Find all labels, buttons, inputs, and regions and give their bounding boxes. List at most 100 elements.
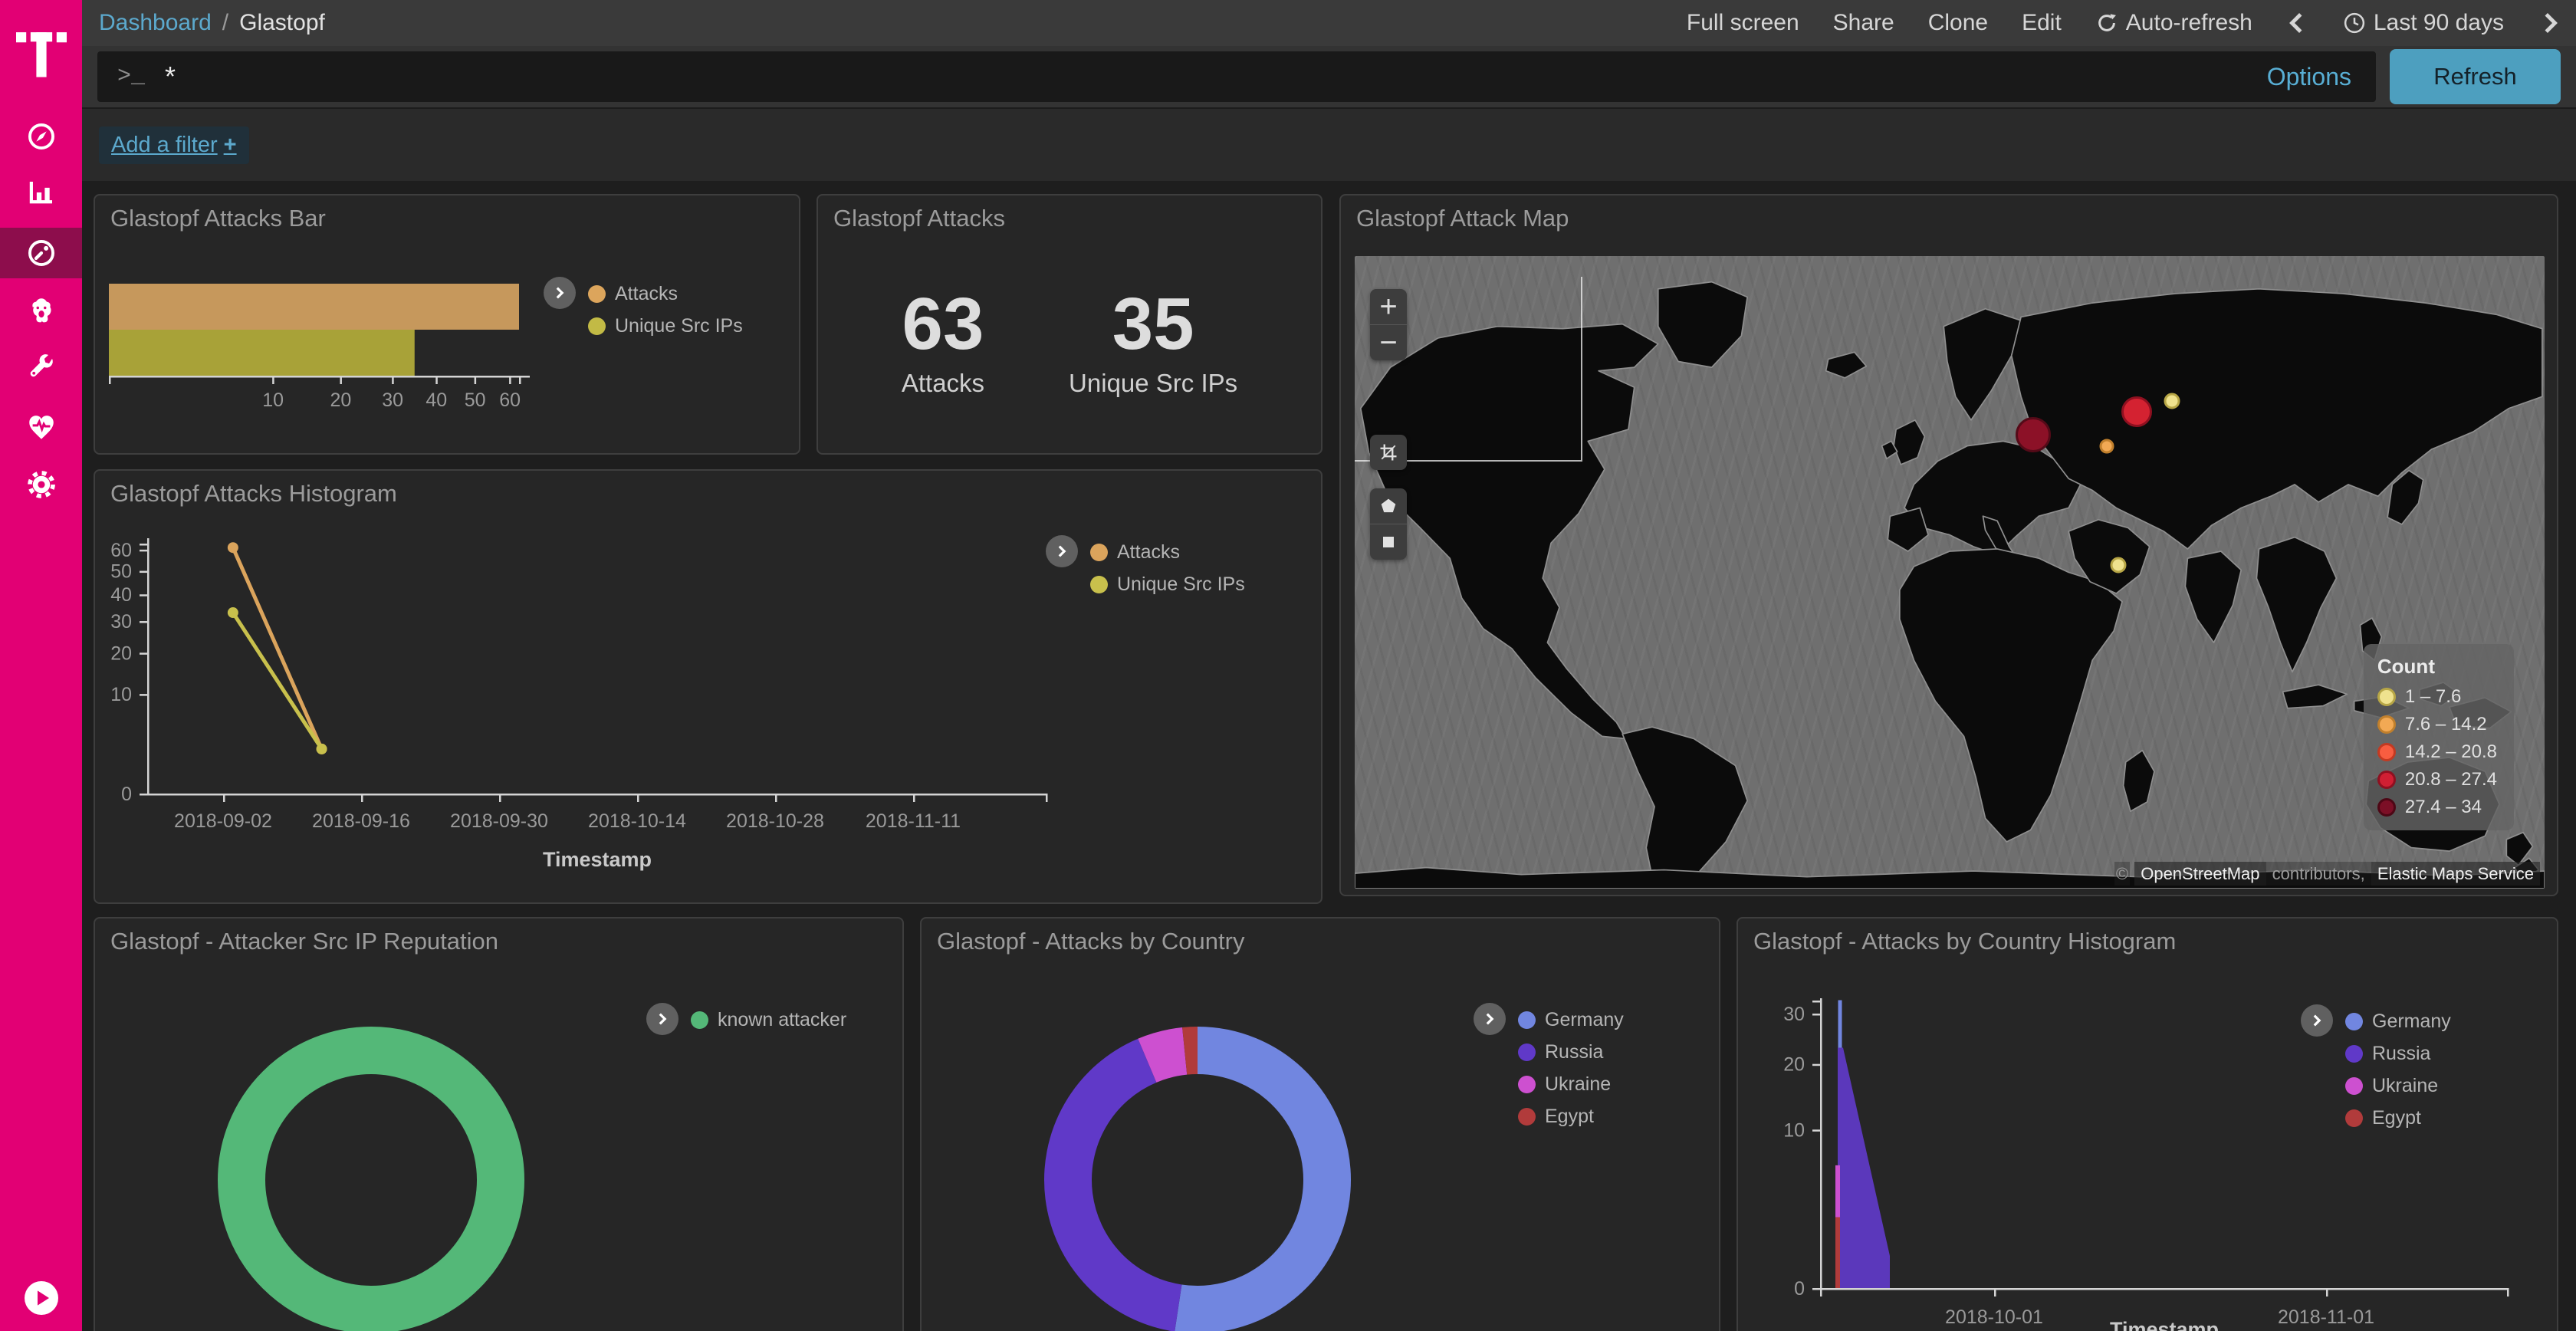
plus-icon: + xyxy=(224,133,237,157)
query-prompt-icon: >_ xyxy=(117,64,145,90)
svg-text:50: 50 xyxy=(465,389,486,411)
sidebar-item-monitoring[interactable] xyxy=(0,402,82,452)
add-filter-link[interactable]: Add a filter+ xyxy=(99,127,249,164)
legend-dot xyxy=(1518,1043,1536,1061)
svg-text:2018-10-01: 2018-10-01 xyxy=(1945,1306,2043,1328)
sidebar-item-discover[interactable] xyxy=(0,111,82,162)
legend-toggle-button[interactable] xyxy=(1046,535,1078,567)
time-back-button[interactable] xyxy=(2286,12,2309,35)
openstreetmap-link[interactable]: OpenStreetMap xyxy=(2134,862,2266,886)
svg-text:2018-10-28: 2018-10-28 xyxy=(726,810,824,832)
svg-text:10: 10 xyxy=(262,389,284,411)
sidebar-item-management[interactable] xyxy=(0,459,82,510)
svg-text:20: 20 xyxy=(1783,1054,1805,1076)
svg-text:Timestamp: Timestamp xyxy=(543,848,652,871)
polygon-icon xyxy=(1378,495,1399,517)
metric-value: 35 xyxy=(1069,288,1237,361)
sidebar-collapse-button[interactable] xyxy=(0,1271,82,1325)
map-legend-item: 20.8 – 27.4 xyxy=(2377,769,2497,790)
dev-tools-wrench-icon xyxy=(25,350,58,383)
legend-item[interactable]: Attacks xyxy=(1090,541,1245,564)
legend-dot xyxy=(2377,798,2396,817)
map-legend-item: 7.6 – 14.2 xyxy=(2377,714,2497,735)
world-map[interactable]: + − Count xyxy=(1355,256,2545,889)
panel-attacks-metric: Glastopf Attacks 63 Attacks 35 Unique Sr… xyxy=(816,194,1322,455)
attack-point xyxy=(2164,393,2180,409)
attack-point xyxy=(2111,557,2127,573)
sidebar-item-timelion[interactable] xyxy=(0,285,82,336)
legend-toggle-button[interactable] xyxy=(646,1003,678,1035)
chart-legend: Germany Russia Ukraine Egypt xyxy=(1474,1003,1624,1128)
dashboard-gauge-icon xyxy=(25,237,58,269)
panel-title: Glastopf - Attacker Src IP Reputation xyxy=(110,928,498,955)
map-zoom-control: + − xyxy=(1370,289,1407,360)
breadcrumb-dashboard-link[interactable]: Dashboard xyxy=(99,10,212,36)
refresh-button[interactable]: Refresh xyxy=(2390,49,2561,104)
search-query-input[interactable]: >_ * Options xyxy=(97,51,2376,102)
legend-item[interactable]: Egypt xyxy=(1518,1106,1624,1128)
auto-refresh-button[interactable]: Auto-refresh xyxy=(2095,10,2252,36)
legend-dot xyxy=(2377,688,2396,706)
chart-legend: Attacks Unique Src IPs xyxy=(544,277,743,337)
time-range-picker[interactable]: Last 90 days xyxy=(2343,10,2504,36)
management-gear-icon xyxy=(25,468,58,501)
edit-button[interactable]: Edit xyxy=(2022,10,2062,36)
zoom-in-button[interactable]: + xyxy=(1370,289,1407,324)
app-sidebar xyxy=(0,0,82,1331)
legend-dot xyxy=(1518,1011,1536,1029)
sidebar-item-dashboard[interactable] xyxy=(0,228,82,278)
legend-dot xyxy=(2345,1045,2363,1063)
attack-point xyxy=(2099,439,2114,453)
legend-dot xyxy=(2377,715,2396,734)
legend-item[interactable]: known attacker xyxy=(691,1009,846,1031)
legend-item[interactable]: Unique Src IPs xyxy=(1090,573,1245,596)
visualize-bar-chart-icon xyxy=(25,176,58,209)
rectangle-icon xyxy=(1378,531,1399,553)
metric-unique-src-ips: 35 Unique Src IPs xyxy=(1069,288,1237,398)
svg-text:2018-11-01: 2018-11-01 xyxy=(2278,1306,2374,1328)
time-forward-button[interactable] xyxy=(2538,12,2561,35)
breadcrumb-separator: / xyxy=(222,10,228,36)
svg-text:2018-09-30: 2018-09-30 xyxy=(450,810,548,832)
chevron-left-icon xyxy=(2286,12,2309,35)
fit-bounds-button[interactable] xyxy=(1370,435,1407,470)
telekom-t-logo[interactable] xyxy=(0,8,82,84)
legend-dot xyxy=(1090,576,1108,593)
clone-button[interactable]: Clone xyxy=(1928,10,1988,36)
legend-item[interactable]: Unique Src IPs xyxy=(588,315,743,337)
chart-legend: known attacker xyxy=(646,1003,846,1035)
elastic-maps-service-link[interactable]: Elastic Maps Service xyxy=(2371,862,2540,886)
legend-item[interactable]: Russia xyxy=(2345,1043,2451,1065)
attack-point xyxy=(2016,417,2051,452)
legend-item[interactable]: Ukraine xyxy=(2345,1075,2451,1097)
legend-item[interactable]: Russia xyxy=(1518,1041,1624,1063)
legend-toggle-button[interactable] xyxy=(2301,1004,2333,1037)
draw-polygon-button[interactable] xyxy=(1370,488,1407,524)
panel-title: Glastopf Attacks Bar xyxy=(110,205,326,232)
panel-title: Glastopf - Attacks by Country Histogram xyxy=(1753,928,2176,955)
legend-item[interactable]: Attacks xyxy=(588,283,743,305)
full-screen-button[interactable]: Full screen xyxy=(1687,10,1799,36)
legend-item[interactable]: Ukraine xyxy=(1518,1073,1624,1096)
draw-rectangle-button[interactable] xyxy=(1370,524,1407,560)
legend-dot xyxy=(1518,1076,1536,1093)
metric-group: 63 Attacks 35 Unique Src IPs xyxy=(818,288,1321,398)
sidebar-item-dev-tools[interactable] xyxy=(0,341,82,392)
legend-toggle-button[interactable] xyxy=(544,277,576,309)
query-options-link[interactable]: Options xyxy=(2267,63,2351,91)
zoom-out-button[interactable]: − xyxy=(1370,324,1407,360)
legend-toggle-button[interactable] xyxy=(1474,1003,1506,1035)
legend-item[interactable]: Germany xyxy=(2345,1011,2451,1033)
query-text[interactable]: * xyxy=(165,61,2267,93)
svg-text:0: 0 xyxy=(1794,1278,1805,1300)
legend-item[interactable]: Egypt xyxy=(2345,1107,2451,1129)
legend-item[interactable]: Germany xyxy=(1518,1009,1624,1031)
sidebar-item-visualize[interactable] xyxy=(0,167,82,218)
svg-text:30: 30 xyxy=(110,611,132,633)
panel-title: Glastopf - Attacks by Country xyxy=(937,928,1244,955)
share-button[interactable]: Share xyxy=(1833,10,1894,36)
chevron-right-icon xyxy=(1484,1013,1496,1025)
breadcrumb: Dashboard / Glastopf xyxy=(99,10,325,36)
metric-label: Attacks xyxy=(902,369,984,398)
map-draw-control xyxy=(1370,488,1407,560)
